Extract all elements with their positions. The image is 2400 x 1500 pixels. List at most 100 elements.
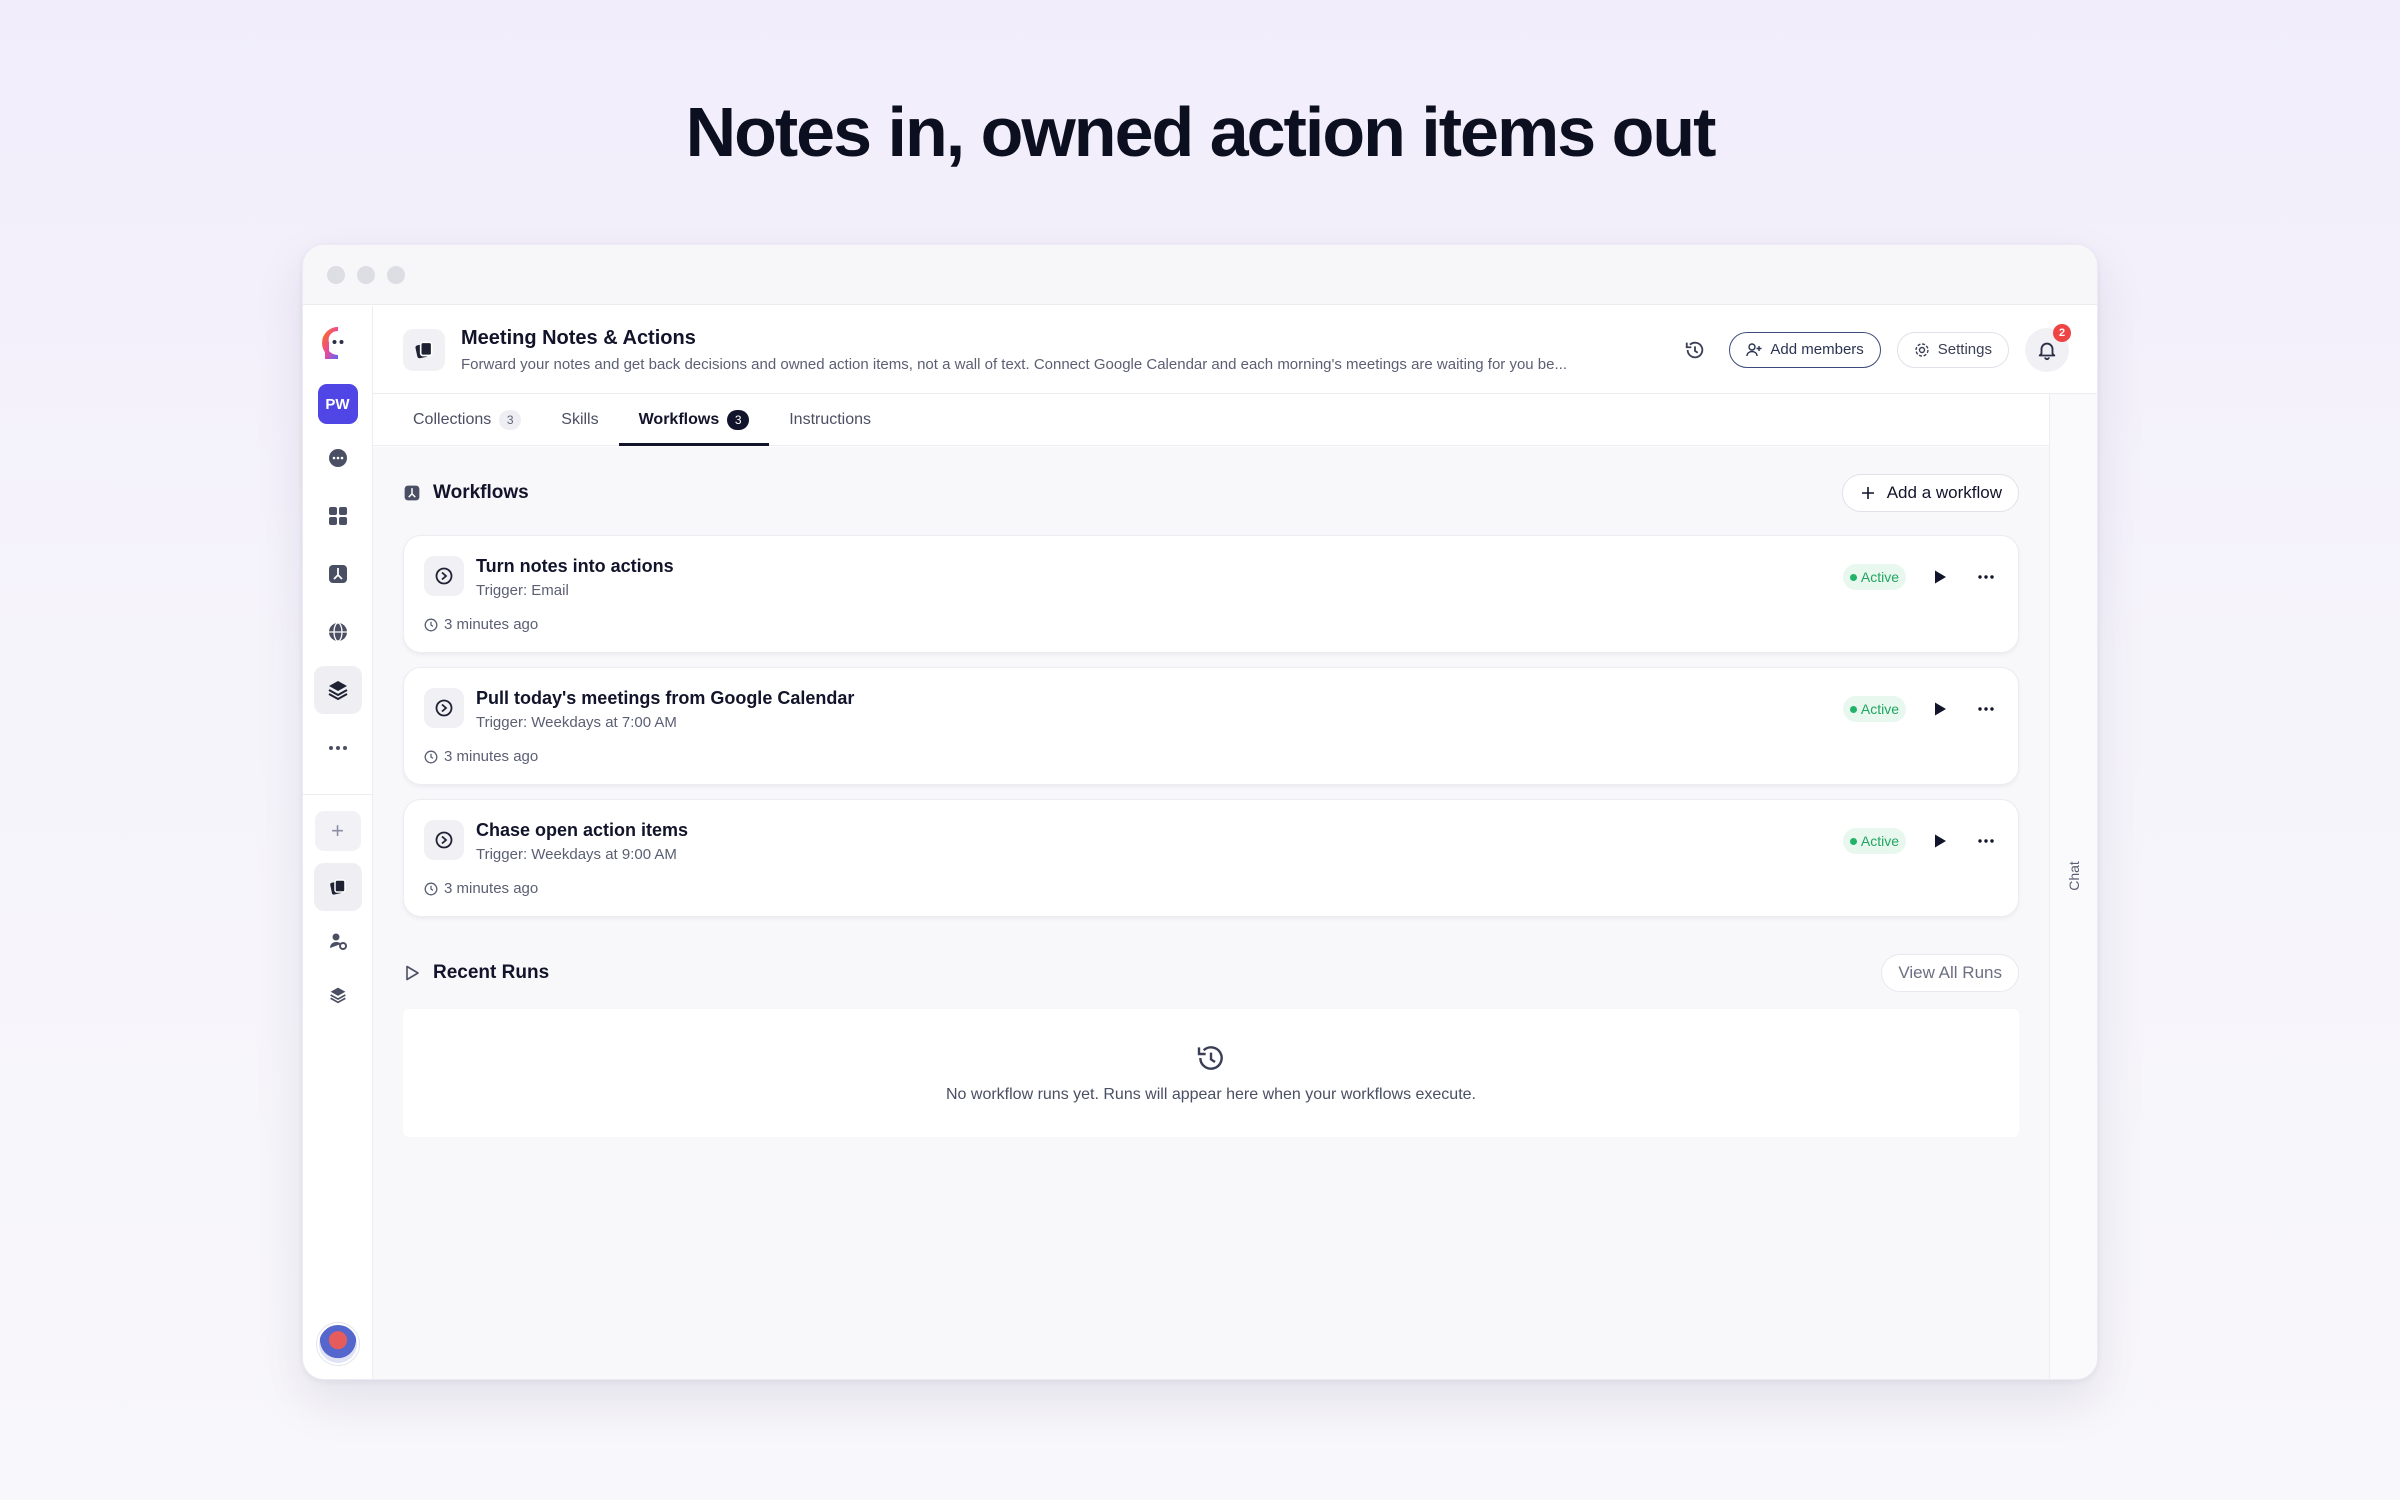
add-members-label: Add members bbox=[1770, 341, 1864, 358]
tab-label: Skills bbox=[561, 410, 599, 428]
rail-add-project-button[interactable]: + bbox=[314, 811, 361, 851]
workflow-card[interactable]: Turn notes into actions Trigger: Email 3… bbox=[403, 535, 2019, 653]
clock-icon bbox=[424, 618, 438, 631]
workflow-time: 3 minutes ago bbox=[444, 616, 539, 633]
rail-project-people[interactable] bbox=[314, 917, 362, 965]
workflow-menu-button[interactable] bbox=[1974, 697, 1998, 721]
left-rail: PW + bbox=[303, 306, 373, 1379]
workflow-card[interactable]: Pull today's meetings from Google Calend… bbox=[403, 667, 2019, 785]
rail-divider bbox=[303, 794, 373, 795]
recent-runs-section-header: Recent Runs View All Runs bbox=[403, 953, 2019, 993]
run-workflow-button[interactable] bbox=[1928, 829, 1952, 853]
workflow-circle-icon bbox=[435, 567, 453, 585]
app-logo-icon[interactable] bbox=[321, 326, 355, 360]
add-workflow-button[interactable]: Add a workflow bbox=[1841, 474, 2019, 512]
workflow-updated: 3 minutes ago bbox=[424, 616, 538, 633]
more-horizontal-icon bbox=[328, 746, 347, 750]
play-icon bbox=[1935, 834, 1946, 848]
settings-button[interactable]: Settings bbox=[1896, 331, 2009, 368]
tab-instructions[interactable]: Instructions bbox=[769, 394, 891, 445]
workflow-item-icon bbox=[424, 688, 464, 728]
add-members-button[interactable]: Add members bbox=[1729, 331, 1881, 368]
workflow-trigger: Trigger: Weekdays at 9:00 AM bbox=[476, 846, 677, 863]
person-gear-icon bbox=[329, 933, 347, 950]
notes-cards-icon bbox=[329, 879, 346, 895]
project-header: Meeting Notes & Actions Forward your not… bbox=[373, 306, 2097, 394]
workflow-name: Turn notes into actions bbox=[476, 556, 674, 576]
rail-apps-button[interactable] bbox=[314, 492, 362, 540]
workflow-trigger: Trigger: Weekdays at 7:00 AM bbox=[476, 714, 677, 731]
rail-web-button[interactable] bbox=[314, 608, 362, 656]
tab-count: 3 bbox=[727, 409, 750, 430]
tab-label: Workflows bbox=[638, 410, 720, 428]
window-close-dot[interactable] bbox=[327, 265, 345, 284]
run-workflow-button[interactable] bbox=[1928, 565, 1952, 589]
rail-more-button[interactable] bbox=[314, 724, 362, 772]
main-panel: Meeting Notes & Actions Forward your not… bbox=[373, 306, 2097, 1379]
workflow-circle-icon bbox=[435, 699, 453, 717]
user-avatar[interactable] bbox=[316, 1323, 359, 1365]
rail-projects-button[interactable] bbox=[313, 666, 362, 714]
history-icon bbox=[1686, 341, 1704, 358]
app-window: PW + Meeting Notes & Actions Forward you… bbox=[302, 244, 2098, 1380]
workflows-content: Workflows Add a workflow Turn notes into… bbox=[373, 447, 2049, 1379]
runs-empty-text: No workflow runs yet. Runs will appear h… bbox=[945, 1086, 1476, 1103]
window-minimize-dot[interactable] bbox=[357, 265, 375, 284]
runs-empty-state: No workflow runs yet. Runs will appear h… bbox=[403, 1009, 2019, 1137]
play-icon bbox=[1935, 702, 1946, 716]
history-button[interactable] bbox=[1677, 332, 1713, 368]
status-dot bbox=[1849, 705, 1857, 713]
status-label: Active bbox=[1860, 569, 1899, 585]
window-titlebar bbox=[303, 245, 2097, 305]
rail-project-stack[interactable] bbox=[314, 971, 362, 1019]
layers-icon bbox=[328, 681, 347, 701]
workflow-name: Pull today's meetings from Google Calend… bbox=[476, 688, 855, 708]
play-icon bbox=[1935, 570, 1946, 584]
workflow-menu-button[interactable] bbox=[1974, 829, 1998, 853]
rail-chat-button[interactable] bbox=[314, 434, 362, 482]
tab-collections[interactable]: Collections 3 bbox=[393, 394, 541, 445]
notifications-button[interactable]: 2 bbox=[2025, 323, 2071, 372]
workflow-updated: 3 minutes ago bbox=[424, 880, 538, 897]
status-label: Active bbox=[1860, 833, 1899, 849]
globe-icon bbox=[328, 622, 347, 642]
workflow-trigger: Trigger: Email bbox=[476, 582, 569, 599]
workflow-menu-button[interactable] bbox=[1974, 565, 1998, 589]
tab-workflows[interactable]: Workflows 3 bbox=[618, 394, 770, 446]
workflow-time: 3 minutes ago bbox=[444, 880, 539, 897]
rail-project-meeting-notes[interactable] bbox=[313, 863, 362, 911]
settings-label: Settings bbox=[1937, 341, 1992, 358]
project-title: Meeting Notes & Actions bbox=[461, 326, 696, 349]
workflow-icon bbox=[404, 485, 420, 501]
workflow-circle-icon bbox=[435, 831, 453, 849]
workspace-avatar[interactable]: PW bbox=[317, 384, 358, 424]
history-icon bbox=[1197, 1046, 1223, 1070]
add-user-icon bbox=[1746, 342, 1762, 356]
run-workflow-button[interactable] bbox=[1928, 697, 1952, 721]
window-maximize-dot[interactable] bbox=[387, 265, 405, 284]
workflow-updated: 3 minutes ago bbox=[424, 748, 538, 765]
rail-workflows-button[interactable] bbox=[314, 550, 362, 598]
status-label: Active bbox=[1860, 701, 1899, 717]
status-dot bbox=[1849, 837, 1857, 845]
workflows-section-title: Workflows bbox=[433, 482, 529, 503]
notification-badge: 2 bbox=[2053, 323, 2071, 342]
tab-skills[interactable]: Skills bbox=[541, 394, 618, 445]
play-outline-icon bbox=[406, 965, 419, 981]
chat-side-panel-toggle[interactable]: Chat bbox=[2049, 394, 2097, 1379]
workflow-item-icon bbox=[424, 820, 464, 860]
project-tabs: Collections 3 Skills Workflows 3 Instruc… bbox=[373, 394, 2049, 446]
chat-label: Chat bbox=[2065, 861, 2082, 891]
chat-bubble-icon bbox=[328, 449, 347, 467]
tab-label: Collections bbox=[413, 410, 492, 428]
more-horizontal-icon bbox=[1978, 839, 1994, 843]
grid-icon bbox=[328, 507, 347, 525]
recent-runs-title: Recent Runs bbox=[433, 962, 550, 983]
view-all-runs-button[interactable]: View All Runs bbox=[1881, 954, 2019, 992]
gear-icon bbox=[1915, 342, 1929, 357]
plus-icon bbox=[1861, 487, 1874, 499]
workflow-name: Chase open action items bbox=[476, 820, 689, 840]
workflow-card[interactable]: Chase open action items Trigger: Weekday… bbox=[403, 799, 2019, 917]
more-horizontal-icon bbox=[1978, 707, 1994, 711]
clock-icon bbox=[424, 882, 438, 895]
